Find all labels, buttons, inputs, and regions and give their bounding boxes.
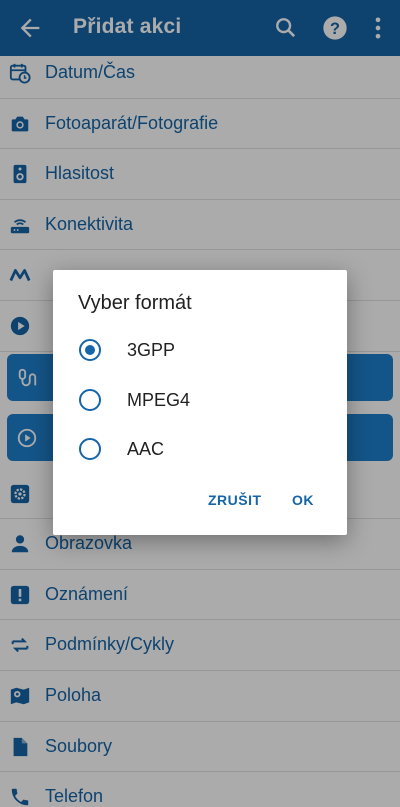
option-label: MPEG4 [127, 390, 191, 410]
option-3gpp[interactable]: 3GPP [53, 330, 347, 370]
cancel-button[interactable]: ZRUŠIT [208, 492, 262, 508]
option-aac[interactable]: AAC [53, 429, 347, 469]
radio-unselected-icon[interactable] [79, 389, 101, 411]
format-dialog: Vyber formát 3GPP MPEG4 AAC ZRUŠIT OK [53, 270, 347, 535]
radio-unselected-icon[interactable] [79, 438, 101, 460]
radio-selected-icon[interactable] [79, 339, 101, 361]
option-label: 3GPP [127, 340, 176, 360]
dialog-title: Vyber formát [78, 292, 192, 314]
option-label: AAC [127, 439, 165, 459]
option-mpeg4[interactable]: MPEG4 [53, 380, 347, 420]
ok-button[interactable]: OK [292, 492, 314, 508]
